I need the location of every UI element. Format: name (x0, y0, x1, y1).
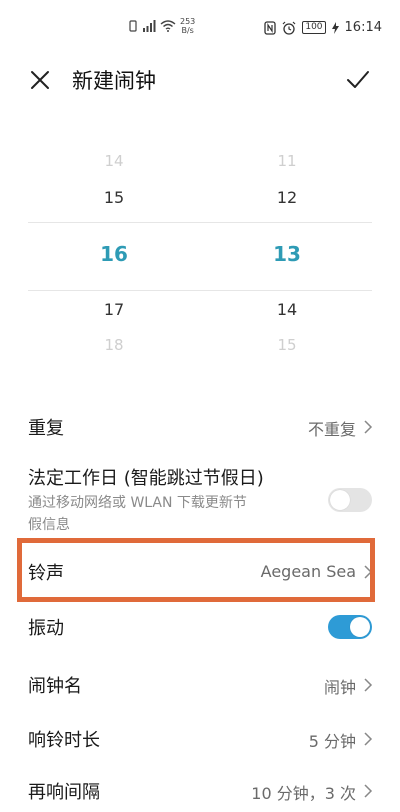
ring-duration-row[interactable]: 响铃时长 5 分钟 (0, 712, 400, 766)
selected-minute[interactable]: 13 (227, 242, 347, 266)
alarm-name-value: 闹钟 (323, 678, 356, 697)
minute-option[interactable]: 11 (227, 152, 347, 170)
minute-wheel[interactable]: 11 12 13 14 15 (227, 140, 347, 360)
minute-option[interactable]: 12 (227, 188, 347, 207)
signal-icon (143, 20, 156, 32)
workday-row[interactable]: 法定工作日 (智能跳过节假日) 通过移动网络或 WLAN 下载更新节 假信息 (0, 456, 400, 538)
workday-description-line: 假信息 (28, 517, 70, 533)
status-right: 100 16:14 (264, 20, 382, 35)
battery-indicator: 100 (302, 21, 326, 34)
workday-toggle[interactable] (328, 488, 372, 512)
charging-icon (331, 21, 339, 34)
net-speed: 253 B/s (180, 17, 195, 35)
repeat-row[interactable]: 重复 不重复 (0, 400, 400, 456)
snooze-value: 10 分钟，3 次 (251, 784, 356, 803)
vibrate-label: 振动 (28, 618, 64, 639)
picker-divider (200, 290, 372, 291)
workday-label: 法定工作日 (智能跳过节假日) (28, 468, 264, 489)
hour-option[interactable]: 18 (54, 336, 174, 354)
close-icon[interactable] (28, 68, 52, 92)
ring-duration-value: 5 分钟 (308, 732, 356, 751)
chevron-right-icon (364, 732, 373, 746)
workday-description-line: 通过移动网络或 WLAN 下载更新节 (28, 495, 247, 511)
hour-option[interactable]: 17 (54, 300, 174, 319)
picker-divider (28, 290, 200, 291)
vibrate-toggle[interactable] (328, 615, 372, 639)
chevron-right-icon (364, 678, 373, 692)
picker-divider (200, 222, 372, 223)
selected-hour[interactable]: 16 (54, 242, 174, 266)
alarm-name-label: 闹钟名 (28, 676, 82, 697)
repeat-value: 不重复 (307, 420, 356, 439)
vibrate-row[interactable]: 振动 (0, 602, 400, 654)
repeat-label: 重复 (28, 418, 64, 439)
status-time: 16:14 (344, 20, 382, 35)
vibrate-mode-icon (129, 20, 137, 32)
time-picker[interactable]: 14 15 16 17 18 11 12 13 14 15 (0, 140, 400, 360)
minute-option[interactable]: 15 (227, 336, 347, 354)
snooze-row[interactable]: 再响间隔 10 分钟，3 次 (0, 766, 400, 812)
ring-duration-label: 响铃时长 (28, 730, 100, 751)
nfc-icon (264, 20, 276, 35)
wifi-icon (160, 20, 176, 32)
hour-option[interactable]: 14 (54, 152, 174, 170)
chevron-right-icon (364, 420, 373, 434)
confirm-check-icon[interactable] (344, 66, 372, 94)
chevron-right-icon (364, 784, 373, 798)
hour-option[interactable]: 15 (54, 188, 174, 207)
snooze-label: 再响间隔 (28, 782, 100, 803)
page-title: 新建闹钟 (72, 69, 156, 93)
ringtone-highlight-box (17, 538, 375, 602)
picker-divider (28, 222, 200, 223)
net-speed-value: 253 (180, 17, 196, 26)
alarm-icon (282, 21, 296, 35)
status-left: 253 B/s (128, 17, 195, 35)
net-speed-unit: B/s (181, 26, 194, 35)
status-bar: 253 B/s 100 16:14 (0, 0, 400, 52)
workday-description: 通过移动网络或 WLAN 下载更新节 假信息 (28, 492, 318, 536)
hour-wheel[interactable]: 14 15 16 17 18 (54, 140, 174, 360)
toggle-knob (330, 490, 350, 510)
header: 新建闹钟 (0, 52, 400, 108)
toggle-knob (350, 617, 370, 637)
minute-option[interactable]: 14 (227, 300, 347, 319)
alarm-name-row[interactable]: 闹钟名 闹钟 (0, 658, 400, 712)
